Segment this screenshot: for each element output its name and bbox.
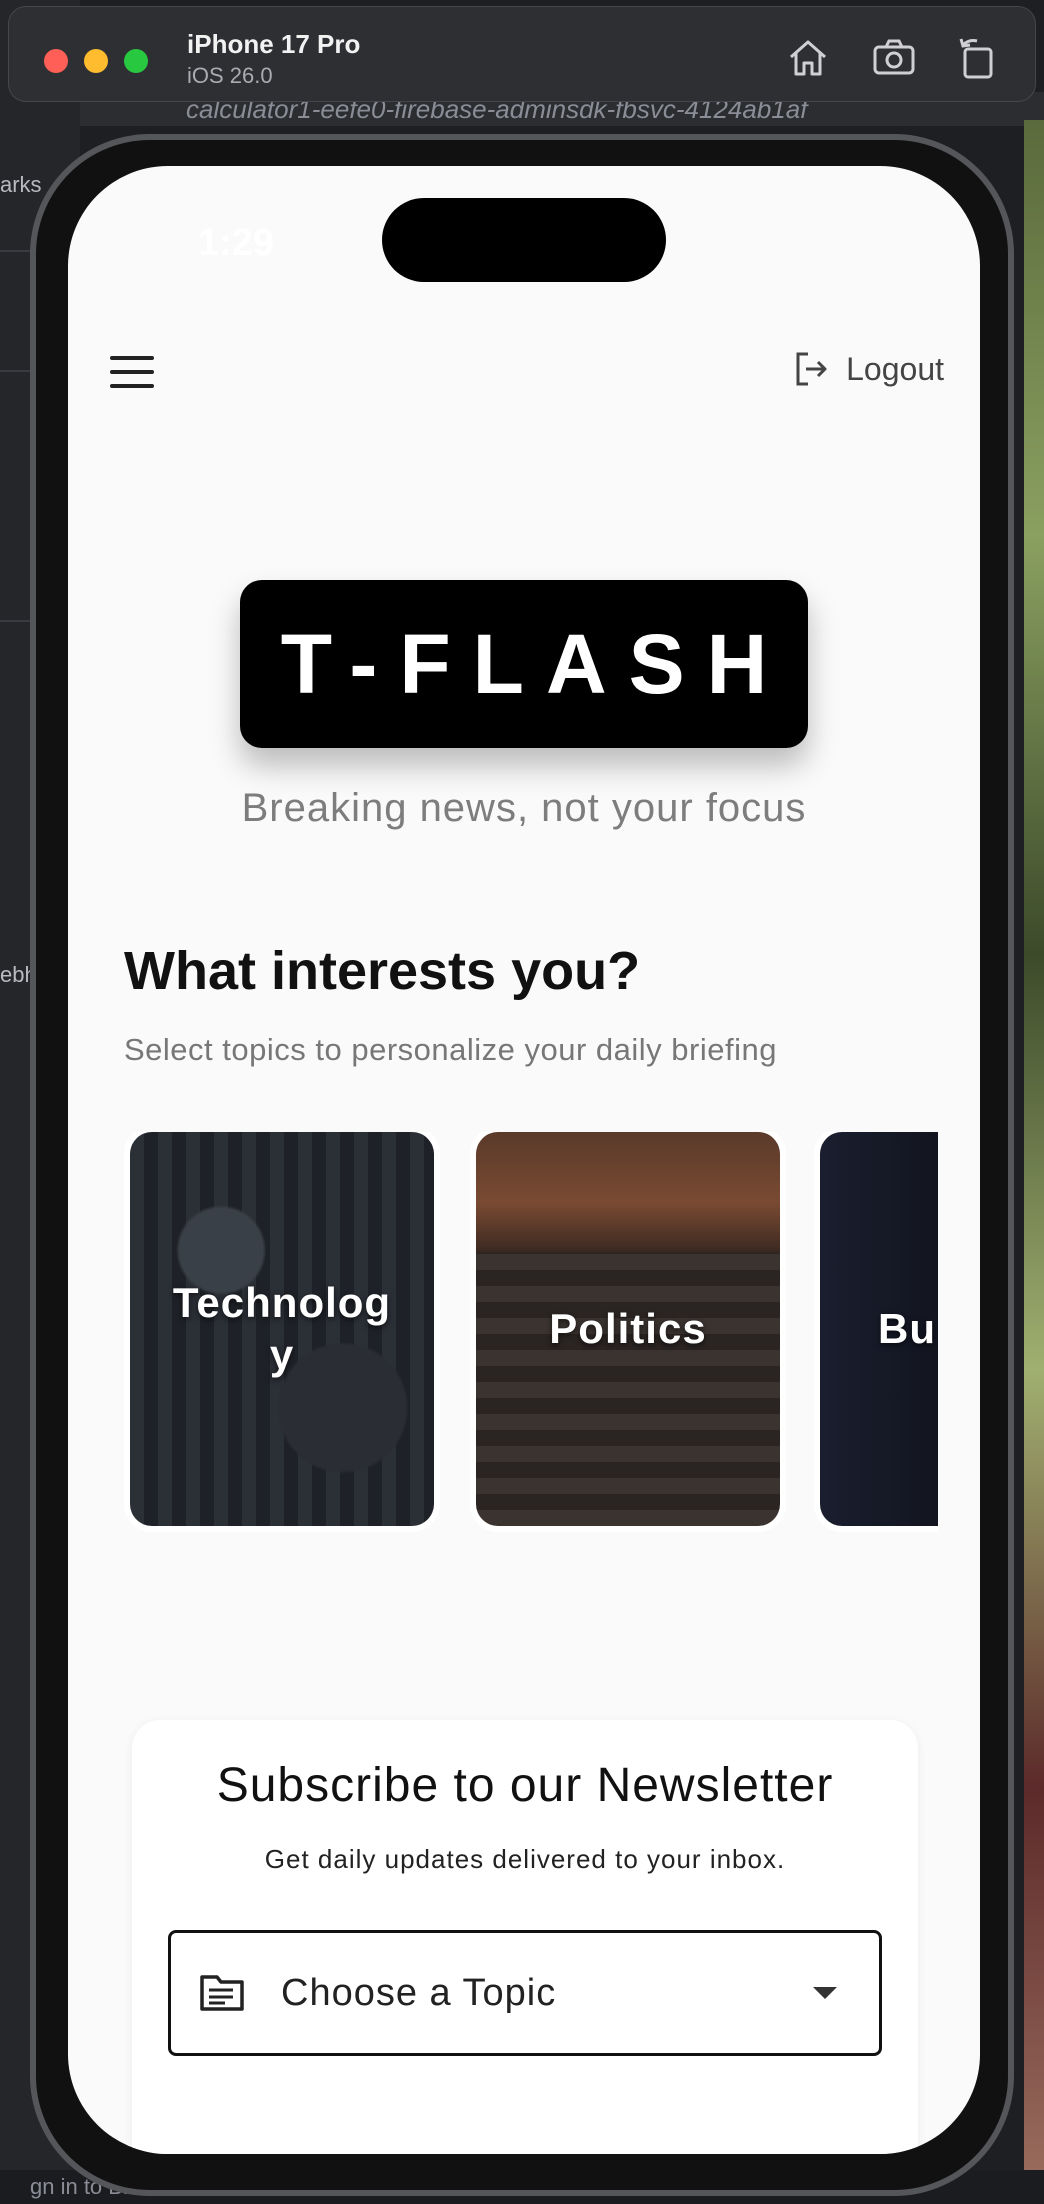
logout-button[interactable]: Logout <box>792 350 944 388</box>
topic-card-label: Bu <box>878 1305 936 1352</box>
interests-subtitle: Select topics to personalize your daily … <box>124 1032 777 1067</box>
dynamic-island <box>382 198 666 282</box>
topic-card-technology[interactable]: Technology <box>130 1132 434 1526</box>
topic-card-business[interactable]: Bu <box>820 1132 938 1526</box>
logout-icon <box>796 352 827 386</box>
desktop-background <box>1024 120 1044 2204</box>
simulator-titlebar: iPhone 17 Pro iOS 26.0 <box>8 6 1036 102</box>
topic-card-label: Technology <box>172 1279 392 1378</box>
app-screen: 1:29 Logout T-FLASH Breaking news, not y… <box>68 166 980 2154</box>
device-name: iPhone 17 Pro <box>187 29 361 59</box>
hamburger-menu-icon[interactable] <box>110 356 154 392</box>
newsletter-title: Subscribe to our Newsletter <box>216 1759 834 1812</box>
home-icon[interactable] <box>785 35 831 81</box>
topic-card-politics[interactable]: Politics <box>476 1132 780 1526</box>
os-version: iOS 26.0 <box>187 63 273 88</box>
chevron-down-icon <box>813 1987 837 1999</box>
rotate-icon[interactable] <box>955 35 1001 81</box>
logout-label: Logout <box>846 350 944 387</box>
app-logo: T-FLASH <box>240 580 808 748</box>
topic-carousel[interactable]: Technology Politics Bu <box>124 1132 938 1552</box>
zoom-window-button[interactable] <box>124 49 148 73</box>
status-time: 1:29 <box>198 222 275 264</box>
close-window-button[interactable] <box>44 49 68 73</box>
minimize-window-button[interactable] <box>84 49 108 73</box>
interests-title: What interests you? <box>124 941 641 1001</box>
tagline: Breaking news, not your focus <box>241 786 807 830</box>
screenshot-icon[interactable] <box>871 35 917 81</box>
logo-text: T-FLASH <box>280 616 790 711</box>
newsletter-card: Subscribe to our Newsletter Get daily up… <box>132 1720 918 2154</box>
topic-icon <box>200 1975 244 2011</box>
topic-dropdown[interactable]: Choose a Topic <box>168 1930 882 2056</box>
topic-card-label: Politics <box>549 1305 707 1352</box>
newsletter-subtitle: Get daily updates delivered to your inbo… <box>264 1844 786 1874</box>
topic-dropdown-value: Choose a Topic <box>281 1971 557 2014</box>
ide-side-label: arks <box>0 172 42 197</box>
